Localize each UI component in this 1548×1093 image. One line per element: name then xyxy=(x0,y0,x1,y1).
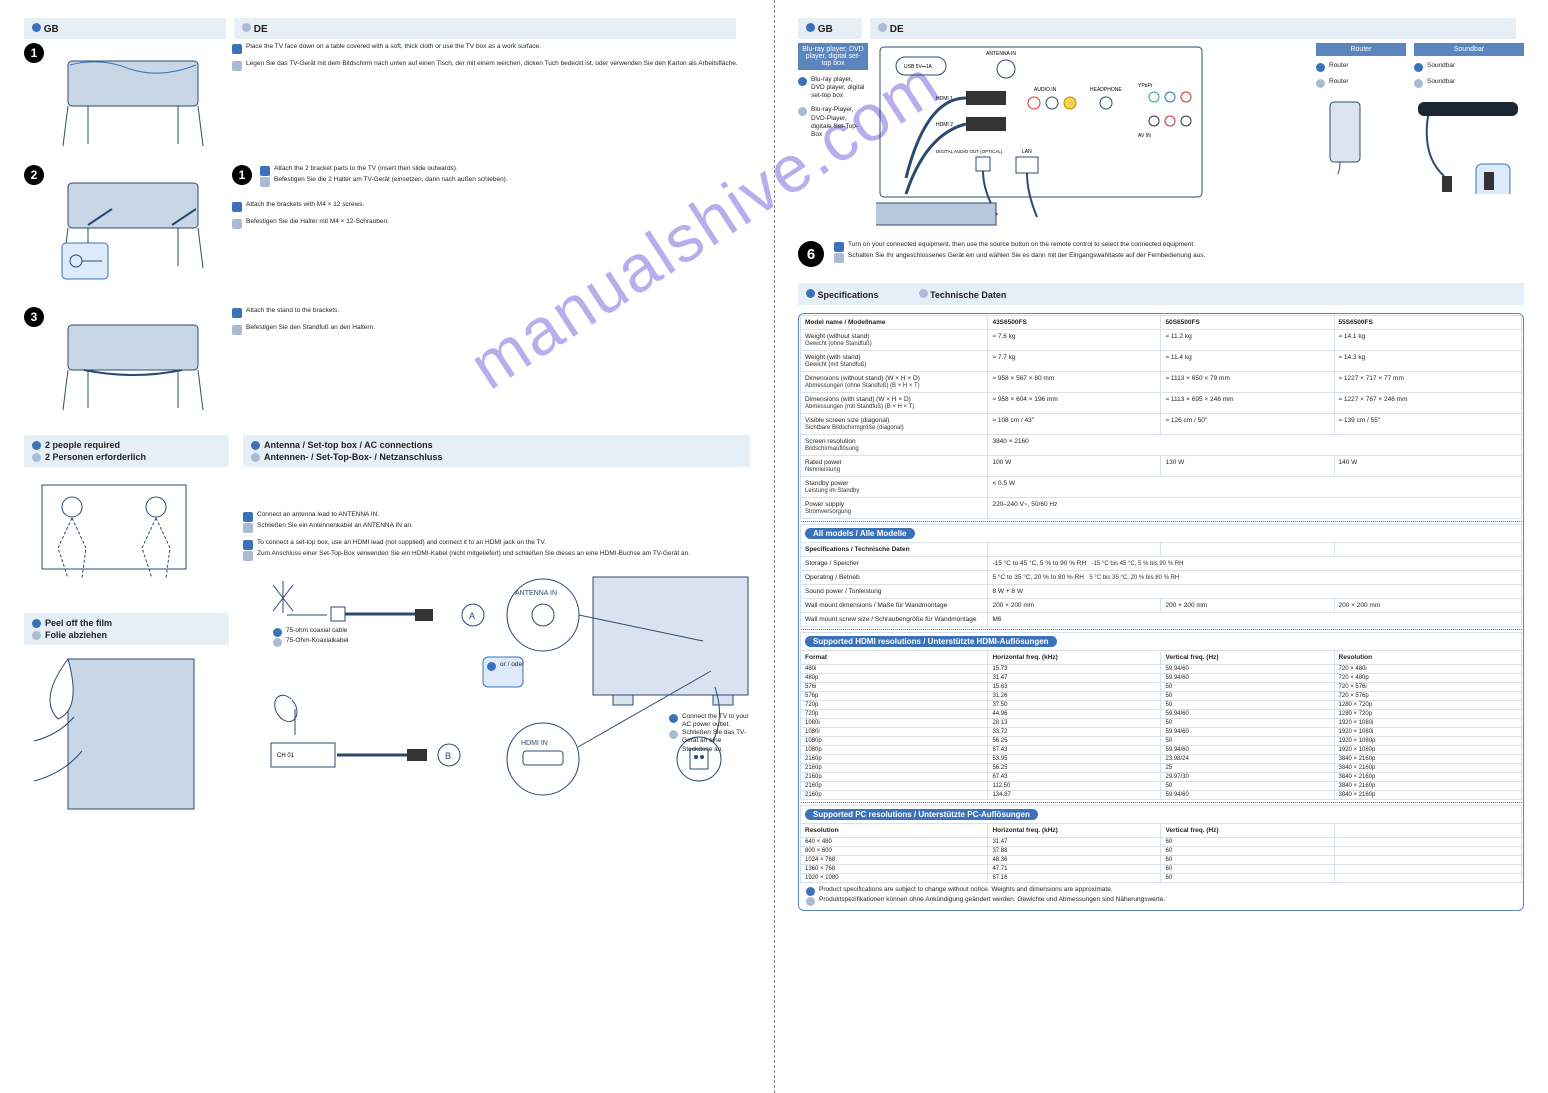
svg-text:A: A xyxy=(469,611,475,621)
cable-de: 75-Ohm-Koaxialkabel xyxy=(286,637,349,645)
step2b-de: Befestigen Sie die Halter mit M4 × 12-Sc… xyxy=(246,218,389,226)
lang-gb: GB xyxy=(44,24,59,35)
hdmi-res-row: 1080p56.25501920 × 1080p xyxy=(801,737,1522,746)
hdmi-res-row: 720p37.50501280 × 720p xyxy=(801,701,1522,710)
step2a-de: Befestigen Sie die 2 Halter am TV-Gerät … xyxy=(274,176,508,184)
svg-text:HEADPHONE: HEADPHONE xyxy=(1090,87,1122,93)
hdmi-res-row: 576i15.6350720 × 576i xyxy=(801,683,1522,692)
soundbar-head: Soundbar xyxy=(1414,43,1524,56)
svg-text:LAN: LAN xyxy=(1022,149,1032,155)
spec-notes-gb: Product specifications are subject to ch… xyxy=(819,886,1113,894)
pc-res-row: 1024 × 76848.3660 xyxy=(801,856,1522,865)
ac-note-de: Schließen Sie das TV-Gerät an eine Steck… xyxy=(682,729,750,753)
filmpeel-gb: Peel off the film xyxy=(45,618,112,628)
step2a-gb: Attach the 2 bracket parts to the TV (in… xyxy=(274,165,458,173)
step6-de: Schalten Sie Ihr angeschlossenes Gerät e… xyxy=(848,252,1205,260)
hdmi-res-row: 2160p67.4329.97/303840 × 2160p xyxy=(801,773,1522,782)
hdmi-res-row: 2160p56.25253840 × 2160p xyxy=(801,764,1522,773)
spec-notes-de: Produktspezifikationen können ohne Ankün… xyxy=(819,896,1165,904)
ac-note-gb: Connect the TV to your AC power outlet. xyxy=(682,713,750,729)
lang-bar-left: GB DE xyxy=(24,18,750,39)
hdmi-res-row: 480i15.7359.94/60720 × 480i xyxy=(801,665,1522,674)
pc-res-row: 640 × 48031.4760 xyxy=(801,838,1522,847)
conn-ant-de: Schließen Sie ein Antennenkabel an ANTEN… xyxy=(257,522,413,530)
step-3: 3 Attach the stand to the brackets. Befe… xyxy=(24,307,750,419)
hdmi-res-row: 1080i28.13501920 × 1080i xyxy=(801,719,1522,728)
illus-table-1 xyxy=(58,43,218,155)
pc-res-row: 800 × 60037.8860 xyxy=(801,847,1522,856)
pc-res-row: 1360 × 76847.7160 xyxy=(801,865,1522,874)
hdmi-res-row: 1080i33.7259.94/601920 × 1080i xyxy=(801,728,1522,737)
svg-text:CH 01: CH 01 xyxy=(277,753,295,759)
cable-gb: 75-ohm coaxial cable xyxy=(286,627,347,635)
lang-bar-right: GB DE xyxy=(798,18,1524,39)
step-2: 2 1 Attach the 2 bracket parts to the TV… xyxy=(24,165,750,297)
hdmi-res-row: 2160p134.8759.94/603840 × 2160p xyxy=(801,791,1522,800)
router-head: Router xyxy=(1316,43,1406,56)
svg-text:HDMI 2: HDMI 2 xyxy=(936,122,953,128)
all-models-pill: All models / Alle Modelle xyxy=(805,528,915,539)
step3-gb: Attach the stand to the brackets. xyxy=(246,307,339,315)
resolutions-pill: Supported HDMI resolutions / Unterstützt… xyxy=(805,636,1057,647)
svg-text:YPbPr: YPbPr xyxy=(1138,83,1153,89)
illus-two-people xyxy=(24,473,204,595)
pc-res-pill: Supported PC resolutions / Unterstützte … xyxy=(805,809,1038,820)
hdmi-res-row: 576p31.2650720 × 576p xyxy=(801,692,1522,701)
spec-table: Model name / Modellname 43S6500FS 50S650… xyxy=(798,313,1524,911)
conn-title-de: Antennen- / Set-Top-Box- / Netzanschluss xyxy=(264,452,442,462)
step-1: 1 Place the TV face down on a table cove… xyxy=(24,43,750,155)
conn-ant-gb: Connect an antenna lead to ANTENNA IN. xyxy=(257,511,379,519)
left-page: GB DE 1 Place the TV face down on a tabl… xyxy=(0,0,774,1093)
or-label: or / oder xyxy=(500,661,524,669)
step1-text-de: Legen Sie das TV-Gerät mit dem Bildschir… xyxy=(246,60,738,68)
svg-text:ANTENNA IN: ANTENNA IN xyxy=(986,51,1016,57)
bd-head: Blu-ray player, DVD player, digital set-… xyxy=(798,43,868,70)
rear-panel-diagram: Blu-ray player, DVD player, digital set-… xyxy=(798,43,1524,235)
hdmi-res-row: 2160p112.50503840 × 2160p xyxy=(801,782,1522,791)
illus-peel-film xyxy=(24,651,204,813)
conn-stb-gb: To connect a set-top box, use an HDMI le… xyxy=(257,539,546,547)
connection-diagram: ANTENNA IN HDMI IN A CH 01 xyxy=(243,571,750,821)
pc-res-row: 1920 × 108067.1660 xyxy=(801,874,1522,883)
hdmi-res-row: 480p31.4759.94/60720 × 480p xyxy=(801,674,1522,683)
illus-table-2 xyxy=(58,165,218,297)
hdmi-res-row: 1080p67.4359.94/601920 × 1080p xyxy=(801,746,1522,755)
svg-text:DIGITAL AUDIO OUT (OPTICAL): DIGITAL AUDIO OUT (OPTICAL) xyxy=(936,149,1003,154)
svg-text:USB 5V⎓1A: USB 5V⎓1A xyxy=(904,64,933,70)
model-row: Model name / Modellname 43S6500FS 50S650… xyxy=(801,316,1522,330)
hdmi-res-row: 720p44.9659.94/601280 × 720p xyxy=(801,710,1522,719)
conn-stb-de: Zum Anschluss einer Set-Top-Box verwende… xyxy=(257,550,690,558)
step-6: 6 Turn on your connected equipment, then… xyxy=(798,241,1524,267)
step6-gb: Turn on your connected equipment, then u… xyxy=(848,241,1195,249)
svg-text:AUDIO IN: AUDIO IN xyxy=(1034,87,1057,93)
lang-de: DE xyxy=(254,24,268,35)
conn-title-gb: Antenna / Set-top box / AC connections xyxy=(264,440,433,450)
spec-header-bar: Specifications Technische Daten xyxy=(798,283,1524,305)
antenna-in-label: ANTENNA IN xyxy=(515,590,557,597)
step1-text-gb: Place the TV face down on a table covere… xyxy=(246,43,541,51)
step2b-gb: Attach the brackets with M4 × 12 screws. xyxy=(246,201,364,209)
right-page: GB DE Blu-ray player, DVD player, digita… xyxy=(774,0,1548,1093)
svg-text:AV IN: AV IN xyxy=(1138,133,1151,139)
twopeople-title-gb: 2 people required xyxy=(45,440,120,450)
twopeople-title-de: 2 Personen erforderlich xyxy=(45,452,146,462)
svg-text:B: B xyxy=(445,751,451,761)
step3-de: Befestigen Sie den Standfuß an den Halte… xyxy=(246,324,375,332)
svg-text:HDMI IN: HDMI IN xyxy=(521,740,548,747)
filmpeel-de: Folie abziehen xyxy=(45,630,107,640)
hdmi-res-row: 2160p53.9523.98/243840 × 2160p xyxy=(801,755,1522,764)
illus-table-3 xyxy=(58,307,218,419)
